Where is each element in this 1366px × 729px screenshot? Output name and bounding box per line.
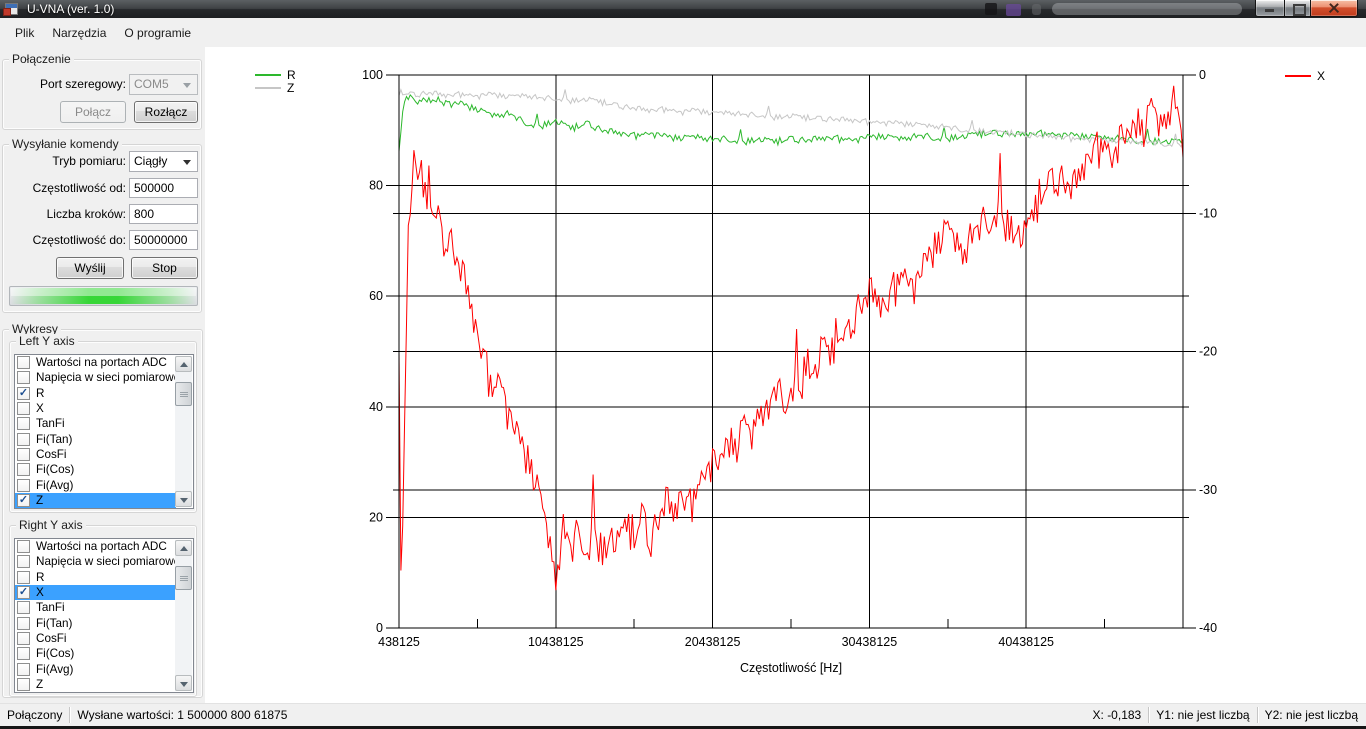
svg-text:0: 0 bbox=[1199, 68, 1206, 82]
svg-text:20: 20 bbox=[369, 510, 383, 524]
status-item: Wysłane wartości: 1 500000 800 61875 bbox=[77, 708, 287, 722]
svg-text:-40: -40 bbox=[1199, 621, 1217, 635]
svg-text:40438125: 40438125 bbox=[998, 635, 1054, 649]
status-item: X: -0,183 bbox=[1093, 708, 1142, 722]
svg-text:Częstotliwość [Hz]: Częstotliwość [Hz] bbox=[740, 661, 842, 675]
svg-text:100: 100 bbox=[362, 68, 383, 82]
statusbar-separator bbox=[1257, 707, 1258, 723]
svg-text:60: 60 bbox=[369, 289, 383, 303]
svg-text:438125: 438125 bbox=[378, 635, 420, 649]
svg-text:Z: Z bbox=[287, 81, 294, 95]
svg-text:20438125: 20438125 bbox=[685, 635, 741, 649]
chart-plot[interactable]: 100 80 60 40 20 0 0 -10 -20 -30 -40 438125 10438125 2… bbox=[0, 0, 1366, 729]
statusbar-separator bbox=[1148, 707, 1149, 723]
status-item: Y2: nie jest liczbą bbox=[1265, 708, 1358, 722]
svg-text:10438125: 10438125 bbox=[528, 635, 584, 649]
status-right: X: -0,183 Y1: nie jest liczbą Y2: nie jest… bbox=[1093, 707, 1366, 723]
svg-text:R: R bbox=[287, 68, 296, 82]
status-item: Y1: nie jest liczbą bbox=[1156, 708, 1249, 722]
svg-text:80: 80 bbox=[369, 179, 383, 193]
statusbar: Połączony Wysłane wartości: 1 500000 800 … bbox=[0, 703, 1366, 726]
svg-text:30438125: 30438125 bbox=[842, 635, 898, 649]
svg-text:-20: -20 bbox=[1199, 345, 1217, 359]
status-left: Połączony Wysłane wartości: 1 500000 800 … bbox=[0, 707, 287, 723]
status-item: Połączony bbox=[7, 708, 62, 722]
svg-text:X: X bbox=[1317, 69, 1325, 83]
svg-text:40: 40 bbox=[369, 400, 383, 414]
svg-text:0: 0 bbox=[376, 621, 383, 635]
svg-text:-10: -10 bbox=[1199, 206, 1217, 220]
svg-text:-30: -30 bbox=[1199, 483, 1217, 497]
app-window: U-VNA (ver. 1.0) PlikNarzędziaO programi… bbox=[0, 0, 1366, 729]
statusbar-separator bbox=[69, 707, 70, 723]
